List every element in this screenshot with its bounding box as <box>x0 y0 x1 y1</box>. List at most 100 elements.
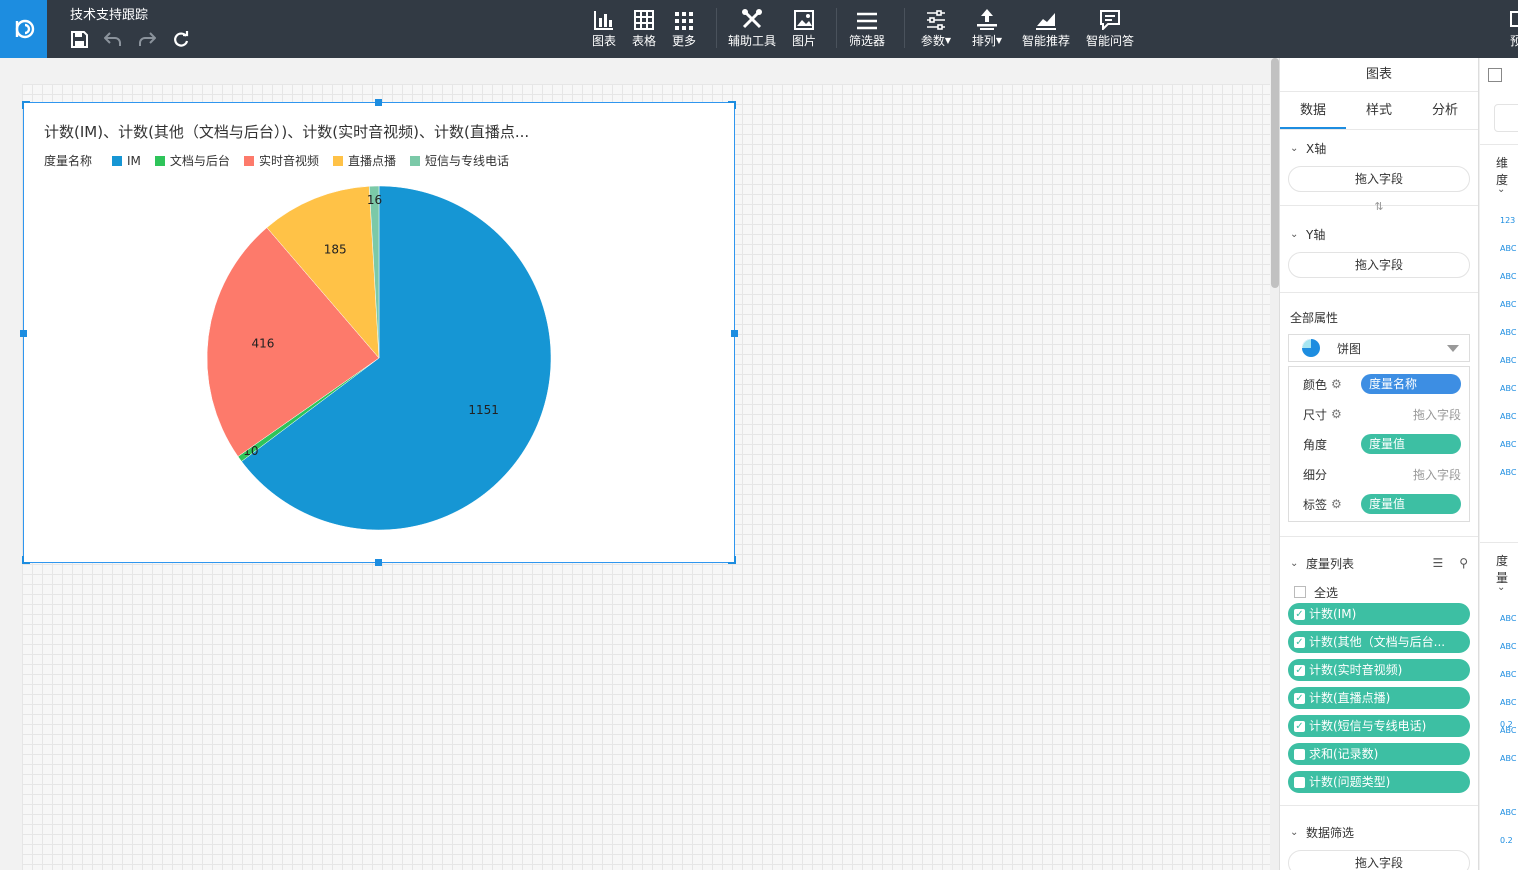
tool-more[interactable]: 更多 <box>670 6 698 49</box>
resize-handle-bottom[interactable] <box>375 559 382 566</box>
measure-label: 计数(实时音视频) <box>1309 663 1403 677</box>
chevron-down-icon[interactable]: ⌄ <box>1497 184 1505 195</box>
measure-item[interactable]: ✓ 计数(IM) <box>1288 603 1470 625</box>
table-icon <box>634 10 654 30</box>
checkbox-checked-icon[interactable]: ✓ <box>1294 608 1305 620</box>
checkbox-checked-icon[interactable]: ✓ <box>1294 720 1305 732</box>
resize-corner-bottom-left[interactable] <box>22 556 30 564</box>
y-axis-section[interactable]: ⌄ Y轴 <box>1280 216 1478 252</box>
field-type-label: ABC <box>1500 614 1517 623</box>
field-type-label: ABC <box>1500 670 1517 679</box>
tool-filter[interactable]: 筛选器 <box>846 6 888 49</box>
save-button[interactable] <box>68 28 90 50</box>
field-type-label: ABC <box>1500 440 1517 449</box>
chevron-down-icon[interactable]: ⌄ <box>1497 582 1505 593</box>
tool-aux[interactable]: 辅助工具 <box>726 6 778 49</box>
all-properties-label: 全部属性 <box>1290 311 1339 325</box>
refresh-button[interactable] <box>170 28 192 50</box>
save-icon <box>70 30 88 48</box>
data-filter-section[interactable]: ⌄ 数据筛选 <box>1280 814 1478 850</box>
resize-handle-left[interactable] <box>20 330 27 337</box>
angle-field-chip[interactable]: 度量值 <box>1361 434 1461 454</box>
data-filter-label: 数据筛选 <box>1306 825 1355 840</box>
chart-widget[interactable]: 计数(IM)、计数(其他（文档与后台）)、计数(实时音视频)、计数(直播点...… <box>20 99 738 566</box>
chart-type-value: 饼图 <box>1337 341 1362 356</box>
checkbox-unchecked-icon[interactable] <box>1294 776 1305 788</box>
collapse-panel-icon[interactable] <box>1488 68 1502 82</box>
swap-axes-icon[interactable]: ⇅ <box>1280 200 1478 214</box>
gear-icon[interactable]: ⚙ <box>1331 377 1342 391</box>
tool-param[interactable]: 参数▼ <box>916 6 956 49</box>
resize-corner-top-left[interactable] <box>22 101 30 109</box>
undo-button[interactable] <box>102 28 124 50</box>
label-field-chip[interactable]: 度量值 <box>1361 494 1461 514</box>
tools-icon <box>742 9 762 29</box>
search-icon[interactable]: ⚲ <box>1459 556 1468 570</box>
tab-data[interactable]: 数据 <box>1280 92 1346 129</box>
divider <box>1480 542 1518 543</box>
divider <box>1480 144 1518 145</box>
tool-image[interactable]: 图片 <box>790 6 818 49</box>
measure-item[interactable]: 求和(记录数) <box>1288 743 1470 765</box>
sort-list-icon[interactable]: ☰ <box>1432 556 1443 570</box>
field-type-label: ABC <box>1500 808 1517 817</box>
data-filter-dropzone[interactable]: 拖入字段 <box>1288 850 1470 870</box>
select-all-checkbox[interactable] <box>1294 586 1306 598</box>
tool-recommend[interactable]: 智能推荐 <box>1020 6 1072 49</box>
divider <box>1280 805 1478 806</box>
tool-label: 预 <box>1509 34 1518 48</box>
redo-button[interactable] <box>136 28 158 50</box>
gear-icon[interactable]: ⚙ <box>1331 407 1342 421</box>
app-logo[interactable] <box>0 0 47 58</box>
tool-table[interactable]: 表格 <box>630 6 658 49</box>
measure-item[interactable]: 计数(问题类型) <box>1288 771 1470 793</box>
report-title: 技术支持跟踪 <box>70 8 149 23</box>
resize-handle-top[interactable] <box>375 99 382 106</box>
measure-item[interactable]: ✓ 计数(短信与专线电话) <box>1288 715 1470 737</box>
measure-item[interactable]: ✓ 计数(直播点播) <box>1288 687 1470 709</box>
prop-label: 尺寸 <box>1303 407 1328 422</box>
prop-angle: 角度 度量值 <box>1289 429 1469 459</box>
measure-list-section[interactable]: ⌄ 度量列表 ☰ ⚲ <box>1280 545 1478 581</box>
measure-label: 计数(IM) <box>1309 607 1357 621</box>
measure-item[interactable]: ✓ 计数(实时音视频) <box>1288 659 1470 681</box>
x-axis-section[interactable]: ⌄ X轴 <box>1280 130 1478 166</box>
tab-analysis[interactable]: 分析 <box>1412 92 1478 129</box>
logo-icon <box>15 19 34 39</box>
tool-preview[interactable]: 预 <box>1506 6 1518 49</box>
resize-corner-top-right[interactable] <box>728 101 736 109</box>
canvas-scrollbar[interactable] <box>1271 58 1279 288</box>
x-axis-dropzone[interactable]: 拖入字段 <box>1288 166 1470 192</box>
mark-properties: 颜色 ⚙ 度量名称 尺寸 ⚙ 拖入字段 角度 度量值 细分 拖入字段 标签 ⚙ … <box>1288 366 1470 522</box>
measure-item[interactable]: ✓ 计数(其他（文档与后台... <box>1288 631 1470 653</box>
color-field-chip[interactable]: 度量名称 <box>1361 374 1461 394</box>
toolbar-divider <box>904 8 905 48</box>
tool-label-text: 参数 <box>920 34 945 48</box>
detail-dropzone[interactable]: 拖入字段 <box>1413 466 1461 483</box>
checkbox-checked-icon[interactable]: ✓ <box>1294 692 1305 704</box>
field-type-label: ABC <box>1500 244 1517 253</box>
dimension-header: 维度 <box>1496 156 1509 187</box>
pie-data-label: 185 <box>324 243 347 257</box>
resize-corner-bottom-right[interactable] <box>728 556 736 564</box>
tool-arrange[interactable]: 排列▼ <box>968 6 1006 49</box>
size-dropzone[interactable]: 拖入字段 <box>1413 406 1461 423</box>
tool-label: 智能问答 <box>1085 34 1134 48</box>
tool-label: 智能推荐 <box>1021 34 1070 48</box>
y-axis-dropzone[interactable]: 拖入字段 <box>1288 252 1470 278</box>
tool-chart[interactable]: 图表 <box>590 6 618 49</box>
tab-style[interactable]: 样式 <box>1346 92 1412 129</box>
checkbox-unchecked-icon[interactable] <box>1294 748 1305 760</box>
resize-handle-right[interactable] <box>731 330 738 337</box>
prop-label: 细分 <box>1303 467 1328 482</box>
measure-list-label: 度量列表 <box>1306 556 1355 571</box>
field-list-strip: 维度 ⌄ 123 ABC ABC ABC ABC ABC ABC ABC ABC ABC ABC AB… <box>1480 58 1518 870</box>
gear-icon[interactable]: ⚙ <box>1331 497 1342 511</box>
checkbox-checked-icon[interactable]: ✓ <box>1294 636 1305 648</box>
select-all-row[interactable]: 全选 <box>1280 581 1478 603</box>
image-icon <box>794 10 814 30</box>
tool-qa[interactable]: 智能问答 <box>1084 6 1136 49</box>
chart-type-select[interactable]: 饼图 <box>1288 334 1470 362</box>
checkbox-checked-icon[interactable]: ✓ <box>1294 664 1305 676</box>
field-search-box[interactable] <box>1494 104 1518 132</box>
